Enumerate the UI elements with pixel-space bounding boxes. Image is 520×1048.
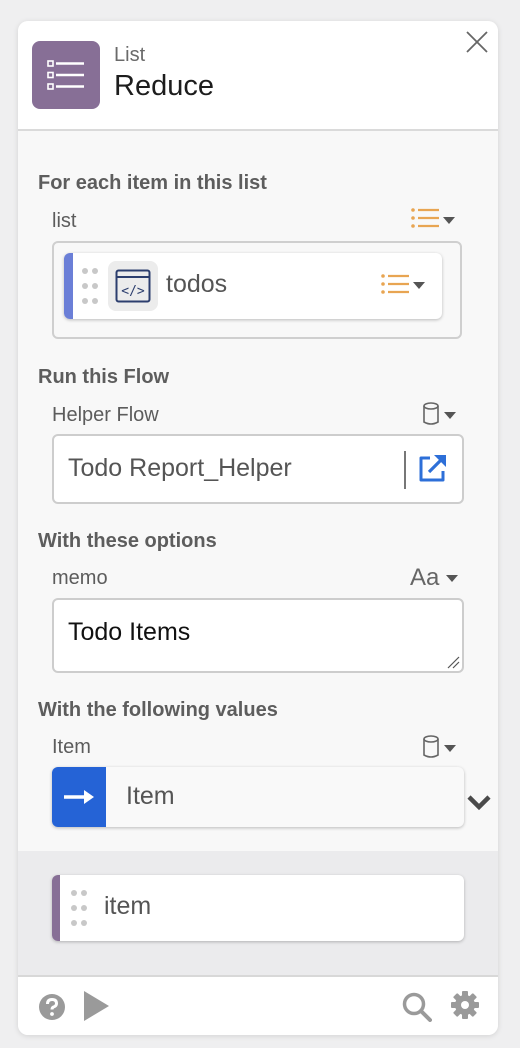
section-title-values: With the following values [38, 699, 278, 721]
text-type-icon: Aa [410, 564, 440, 591]
section-title-flow: Run this Flow [38, 366, 170, 388]
block-title: Reduce [114, 70, 214, 102]
close-icon[interactable] [465, 30, 489, 54]
helper-flow-type-dropdown[interactable] [422, 402, 477, 428]
item-output-chip[interactable]: item [52, 875, 464, 941]
search-icon[interactable] [402, 992, 432, 1022]
chip-color-bar [52, 875, 60, 941]
field-label-helper-flow: Helper Flow [52, 404, 159, 426]
caret-down-icon [444, 745, 456, 752]
item-mapping-row[interactable]: Item [52, 767, 464, 827]
caret-down-icon [413, 282, 425, 289]
database-icon [423, 402, 439, 425]
reduce-panel: List Reduce For each item in this list l… [18, 21, 498, 1035]
panel-footer [18, 977, 498, 1035]
section-title-options: With these options [38, 530, 217, 552]
mapping-label: Item [126, 782, 175, 810]
output-area: item [18, 851, 498, 977]
field-label-item: Item [52, 736, 91, 758]
caret-down-icon [443, 217, 455, 224]
memo-textarea[interactable]: Todo Items [52, 598, 464, 673]
external-link-icon[interactable] [416, 453, 448, 485]
field-label-memo: memo [52, 567, 108, 589]
list-type-icon [381, 274, 409, 294]
item-type-dropdown[interactable] [422, 735, 477, 761]
gear-icon[interactable] [451, 991, 479, 1019]
field-label-list: list [52, 210, 77, 232]
list-type-icon [411, 208, 439, 228]
memo-type-dropdown[interactable]: Aa [410, 564, 465, 591]
chip-color-bar [64, 253, 73, 319]
chevron-down-icon[interactable] [466, 794, 492, 812]
caret-down-icon [444, 412, 456, 419]
divider [404, 451, 406, 489]
code-window-icon: </> [108, 261, 158, 311]
todos-variable-chip[interactable]: </> todos [64, 253, 442, 319]
play-icon[interactable] [84, 991, 110, 1021]
arrow-right-icon [52, 767, 106, 827]
caret-down-icon [446, 575, 458, 582]
chip-type-dropdown[interactable] [380, 273, 430, 299]
resize-handle-icon[interactable] [446, 655, 460, 669]
help-icon[interactable] [38, 993, 66, 1021]
helper-flow-field[interactable]: Todo Report_Helper [52, 434, 464, 504]
list-type-dropdown[interactable] [410, 207, 465, 233]
database-icon [423, 735, 439, 758]
list-icon [32, 41, 100, 109]
svg-text:</>: </> [121, 284, 145, 299]
memo-value: Todo Items [68, 618, 191, 646]
chip-label: todos [166, 270, 228, 298]
list-input-slot: </> todos [52, 241, 462, 339]
section-title-list: For each item in this list [38, 172, 267, 194]
helper-flow-value: Todo Report_Helper [68, 454, 292, 482]
drag-handle-icon[interactable] [82, 268, 100, 304]
block-category: List [114, 44, 146, 66]
panel-header: List Reduce [18, 21, 498, 131]
drag-handle-icon[interactable] [71, 890, 89, 926]
output-chip-label: item [104, 892, 152, 920]
